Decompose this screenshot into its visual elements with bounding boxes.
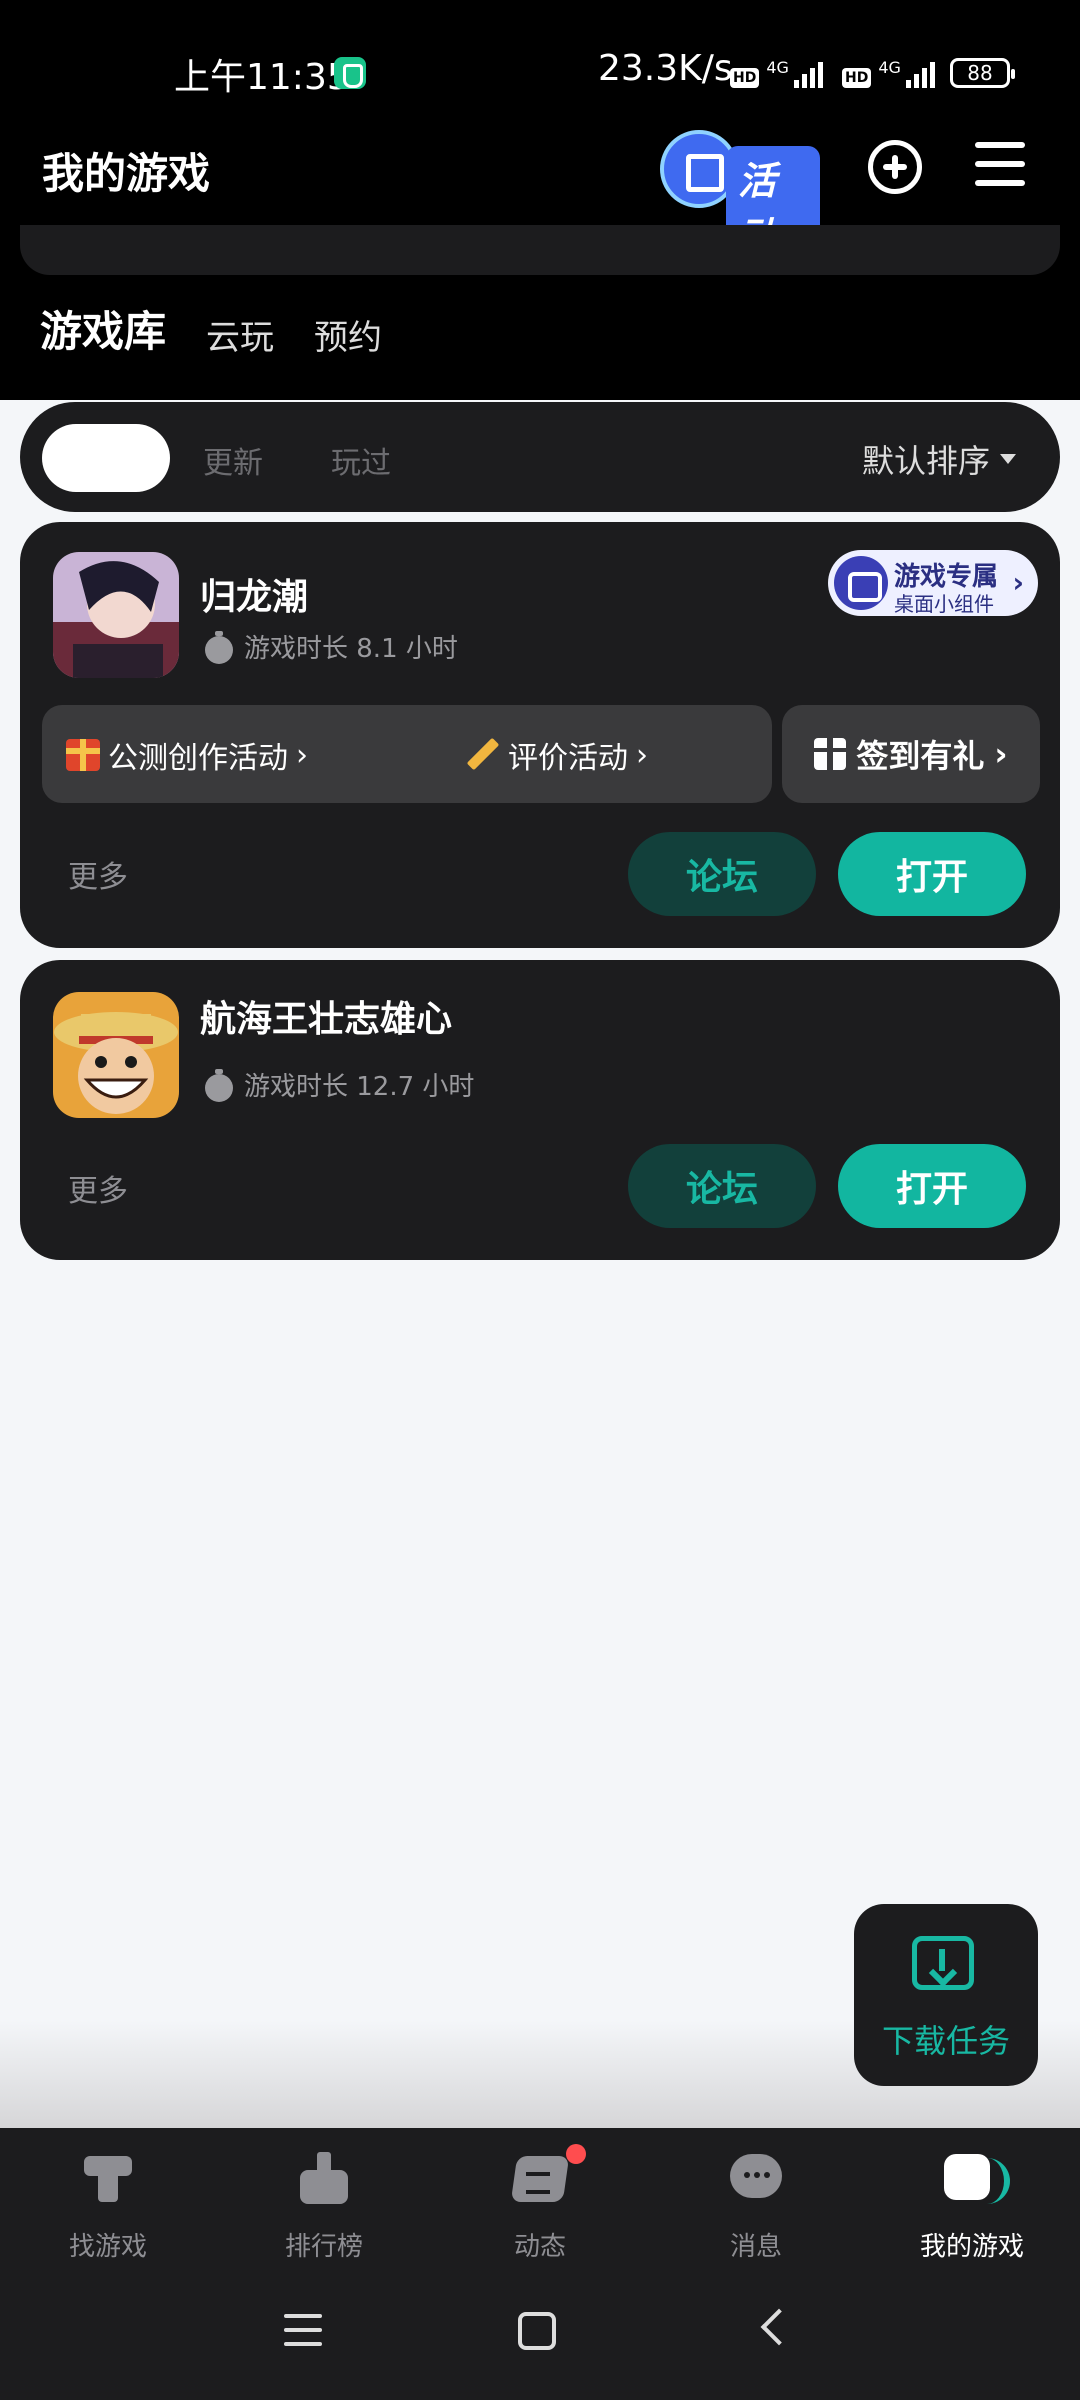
- nav-label: 排行榜: [284, 2232, 363, 2262]
- caret-down-icon: [1000, 454, 1016, 464]
- tab-reservation[interactable]: 预约: [314, 310, 382, 359]
- battery-icon: 88: [950, 58, 1015, 88]
- signal-icon: HD 4G: [730, 58, 823, 88]
- event-label: 评价活动: [508, 741, 628, 776]
- recent-apps-icon[interactable]: [284, 2314, 322, 2346]
- chevron-right-icon: ›: [994, 735, 1008, 773]
- open-button[interactable]: 打开: [838, 1144, 1026, 1228]
- collapsed-shortcut-strip: [20, 225, 1060, 275]
- gift-icon: [814, 738, 847, 770]
- tab-cloud-play[interactable]: 云玩: [206, 310, 274, 359]
- playtime: 游戏时长 12.7 小时: [204, 1066, 474, 1103]
- nav-label: 消息: [729, 2232, 782, 2262]
- library-tabs: 游戏库 云玩 预约: [35, 298, 382, 363]
- nav-my-games[interactable]: 我的游戏: [864, 2128, 1080, 2268]
- signal-icon: HD 4G: [842, 58, 935, 88]
- ranking-icon: [296, 2150, 352, 2206]
- playtime: 游戏时长 8.1 小时: [204, 628, 458, 665]
- more-button[interactable]: 更多: [68, 852, 128, 896]
- playtime-text: 游戏时长 12.7 小时: [244, 1072, 475, 1102]
- playtime-text: 游戏时长 8.1 小时: [244, 634, 458, 664]
- game-name: 航海王壮志雄心: [200, 999, 453, 1040]
- signin-reward-button[interactable]: 签到有礼 ›: [782, 705, 1040, 803]
- feed-icon: [512, 2150, 568, 2206]
- security-icon: [334, 57, 366, 89]
- chevron-right-icon: ›: [296, 737, 308, 773]
- home-icon[interactable]: [518, 2312, 556, 2350]
- nav-feed[interactable]: 动态: [432, 2128, 648, 2268]
- timer-icon: [204, 630, 234, 664]
- game-icon[interactable]: [53, 552, 179, 678]
- download-tasks-button[interactable]: 下载任务: [854, 1904, 1038, 2086]
- my-games-icon: [944, 2150, 1010, 2206]
- chevron-right-icon: ›: [1012, 566, 1024, 599]
- pencil-icon: [466, 738, 500, 772]
- forum-button[interactable]: 论坛: [628, 832, 816, 916]
- desktop-widget-button[interactable]: 游戏专属 桌面小组件 ›: [828, 550, 1038, 616]
- event-link-creation[interactable]: 公测创作活动 ›: [66, 733, 308, 777]
- chevron-right-icon: ›: [636, 737, 648, 773]
- game-icon[interactable]: [53, 992, 179, 1118]
- add-icon[interactable]: [868, 140, 922, 194]
- widget-subtitle: 桌面小组件: [894, 592, 994, 616]
- forum-button[interactable]: 论坛: [628, 1144, 816, 1228]
- nav-label: 动态: [513, 2232, 566, 2262]
- nav-messages[interactable]: 消息: [648, 2128, 864, 2268]
- hammer-icon: [80, 2150, 136, 2206]
- activity-button[interactable]: 活动: [660, 130, 820, 264]
- page-title: 我的游戏: [42, 149, 211, 198]
- event-link-review[interactable]: 评价活动 ›: [466, 733, 648, 777]
- header: 我的游戏 活动 游戏库 云玩 预约: [0, 120, 1080, 400]
- open-button[interactable]: 打开: [838, 832, 1026, 916]
- sort-dropdown[interactable]: 默认排序: [862, 436, 1016, 482]
- sort-label: 默认排序: [861, 442, 990, 480]
- nav-label: 我的游戏: [919, 2232, 1024, 2262]
- nav-rankings[interactable]: 排行榜: [216, 2128, 432, 2268]
- filter-bar: 更新 玩过 默认排序: [20, 402, 1060, 512]
- timer-icon: [204, 1068, 234, 1102]
- menu-icon[interactable]: [975, 142, 1025, 186]
- more-button[interactable]: 更多: [68, 1166, 128, 1210]
- notification-dot: [566, 2144, 586, 2164]
- game-card: 航海王壮志雄心 游戏时长 12.7 小时 更多 论坛 打开: [20, 960, 1060, 1260]
- chat-bubble-icon: [728, 2150, 784, 2206]
- signin-label: 签到有礼: [856, 737, 985, 775]
- system-nav-bar: [0, 2268, 1080, 2400]
- download-tasks-label: 下载任务: [881, 2022, 1010, 2060]
- download-icon: [912, 1936, 974, 1990]
- filter-all-pill[interactable]: [42, 424, 170, 492]
- game-card: 归龙潮 游戏时长 8.1 小时 游戏专属 桌面小组件 › 公测创作活动 › 评价…: [20, 522, 1060, 948]
- filter-update[interactable]: 更新: [203, 438, 263, 482]
- bottom-nav: 找游戏 排行榜 动态 消息 我的游戏: [0, 2128, 1080, 2268]
- game-name: 归龙潮: [200, 577, 309, 618]
- nav-find-games[interactable]: 找游戏: [0, 2128, 216, 2268]
- filter-played[interactable]: 玩过: [331, 438, 391, 482]
- tab-library[interactable]: 游戏库: [35, 298, 171, 363]
- network-speed: 23.3K/s: [598, 48, 733, 89]
- gift-icon: [66, 739, 100, 771]
- event-strip: 公测创作活动 › 评价活动 ›: [42, 705, 772, 803]
- gamepad-icon: [834, 556, 888, 610]
- back-icon[interactable]: [760, 2308, 798, 2346]
- status-time: 上午11:35: [174, 57, 350, 98]
- nav-label: 找游戏: [68, 2232, 147, 2262]
- event-label: 公测创作活动: [108, 741, 288, 776]
